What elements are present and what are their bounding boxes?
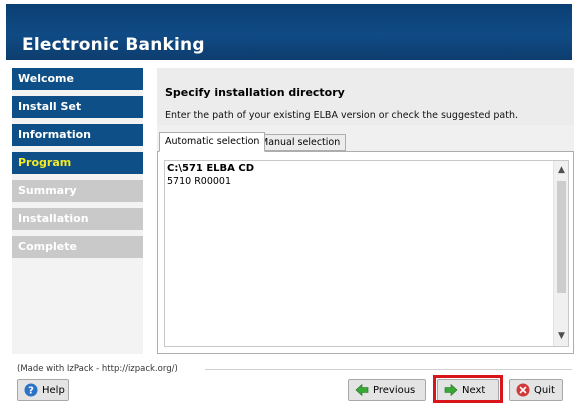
made-with-label: (Made with IzPack - http://izpack.org/) — [17, 364, 178, 374]
tab-manual-selection[interactable]: Manual selection — [254, 134, 347, 151]
help-button[interactable]: ? Help — [17, 379, 69, 401]
panel-description: Enter the path of your existing ELBA ver… — [165, 110, 519, 121]
help-icon: ? — [24, 383, 38, 397]
step-sidebar: Welcome Install Set Information Program … — [12, 68, 143, 354]
step-program: Program — [12, 152, 143, 174]
previous-button[interactable]: Previous — [348, 379, 426, 401]
panel-title: Specify installation directory — [165, 86, 345, 99]
tab-panel-automatic: C:\571 ELBA CD 5710 R00001 ▲ ▼ — [157, 151, 574, 354]
previous-label: Previous — [373, 384, 416, 396]
step-summary: Summary — [12, 180, 143, 202]
help-label: Help — [42, 384, 65, 396]
close-icon — [516, 383, 530, 397]
footer-divider — [205, 369, 572, 370]
quit-label: Quit — [534, 384, 555, 396]
step-information: Information — [12, 124, 143, 146]
step-install-set: Install Set — [12, 96, 143, 118]
next-highlight-frame — [433, 375, 503, 403]
quit-button[interactable]: Quit — [509, 379, 563, 401]
scroll-up-icon[interactable]: ▲ — [554, 163, 569, 178]
app-header: Electronic Banking — [6, 4, 572, 60]
scroll-down-icon[interactable]: ▼ — [554, 329, 569, 344]
content-panel: Specify installation directory Enter the… — [157, 68, 574, 354]
arrow-left-icon — [355, 383, 369, 397]
vertical-scrollbar[interactable]: ▲ ▼ — [553, 161, 568, 346]
scroll-thumb[interactable] — [557, 181, 566, 293]
list-item-version[interactable]: 5710 R00001 — [167, 176, 231, 187]
list-item-path[interactable]: C:\571 ELBA CD — [167, 163, 254, 174]
tab-automatic-selection[interactable]: Automatic selection — [159, 132, 266, 152]
svg-text:?: ? — [28, 386, 34, 397]
step-complete: Complete — [12, 236, 143, 258]
path-list[interactable]: C:\571 ELBA CD 5710 R00001 ▲ ▼ — [164, 160, 569, 347]
step-welcome: Welcome — [12, 68, 143, 90]
panel-header: Specify installation directory Enter the… — [157, 68, 574, 125]
app-title: Electronic Banking — [22, 35, 205, 55]
step-installation: Installation — [12, 208, 143, 230]
